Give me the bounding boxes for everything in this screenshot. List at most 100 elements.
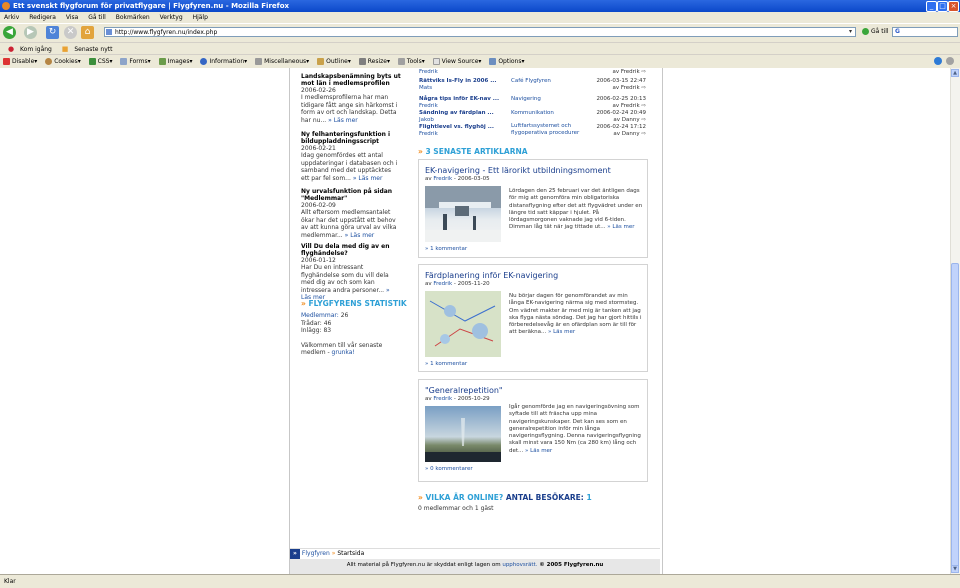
article-image[interactable] — [425, 291, 501, 357]
home-icon[interactable]: ⌂ — [81, 26, 94, 39]
dev-cookies[interactable]: Cookies▾ — [45, 58, 81, 65]
go-button[interactable]: Gå till — [862, 27, 889, 37]
articles-heading: » 3 SENASTE ARTIKLARNA — [418, 147, 528, 156]
post-forum[interactable]: Café Flygfyren — [511, 78, 551, 85]
dev-tools[interactable]: Tools▾ — [397, 58, 425, 65]
menu-arkiv[interactable]: Arkiv — [4, 14, 19, 21]
url-input[interactable]: http://www.flygfyren.nu/index.php — [104, 27, 856, 37]
dev-resize[interactable]: Resize▾ — [358, 58, 390, 65]
scroll-down-icon[interactable]: ▼ — [951, 565, 959, 573]
article-date: - 2006-03-05 — [453, 176, 490, 182]
dev-images[interactable]: Images▾ — [158, 58, 193, 65]
dev-miscellaneous[interactable]: Miscellaneous▾ — [255, 58, 309, 65]
reload-icon[interactable]: ↻ — [46, 26, 59, 39]
post-row: Flightlevel vs. flyghöj ... Fredrik Luft… — [419, 123, 646, 139]
stop-icon[interactable]: ✕ — [64, 26, 77, 39]
post-title[interactable]: Rättviks Is-Fly in 2006 ... — [419, 78, 496, 85]
read-more-link[interactable]: » Läs mer — [548, 329, 575, 335]
post-title[interactable]: Några tips inför EK-nav ... — [419, 96, 499, 103]
minimize-button[interactable]: _ — [926, 1, 937, 12]
article-image[interactable] — [425, 186, 501, 242]
news-title[interactable]: Ny urvalsfunktion på sidan "Medlemmar" — [301, 188, 401, 202]
menu-visa[interactable]: Visa — [66, 14, 78, 21]
breadcrumb-home[interactable]: Flygfyren — [302, 550, 330, 557]
post-author[interactable]: Fredrik — [419, 131, 438, 138]
resize-icon — [358, 58, 366, 65]
scrollbar-thumb[interactable] — [951, 263, 959, 568]
view-source-icon — [432, 58, 440, 65]
menu-verktyg[interactable]: Verktyg — [160, 14, 183, 21]
window-title: Ett svenskt flygforum för privatflygare … — [13, 2, 290, 10]
back-icon[interactable]: ◀ — [3, 26, 16, 39]
forward-icon[interactable]: ▶ — [24, 26, 37, 39]
dev-options[interactable]: Options▾ — [489, 58, 525, 65]
post-forum[interactable]: Kommunikation — [511, 110, 554, 117]
article-author[interactable]: Fredrik — [433, 281, 452, 287]
rss-icon: ■ — [61, 45, 69, 53]
read-more-link[interactable]: » Läs mer — [607, 224, 634, 230]
post-row: Några tips inför EK-nav ... Fredrik Navi… — [419, 96, 646, 110]
read-more-link[interactable]: » Läs mer — [525, 448, 552, 454]
maximize-button[interactable]: □ — [937, 1, 948, 12]
post-forum[interactable]: Luftfartssystemet och flygoperativa proc… — [511, 123, 583, 136]
news-title[interactable]: Vill Du dela med dig av en flyghändelse? — [301, 243, 401, 257]
article-title[interactable]: EK-navigering - Ett lärorikt utbildnings… — [425, 166, 611, 175]
bookmark-kom-igang[interactable]: ● Kom igång — [4, 45, 52, 53]
url-dropdown-icon[interactable]: ▾ — [849, 28, 856, 36]
news-item: Landskapsbenämning byts ut mot län i med… — [301, 73, 401, 131]
read-more-link[interactable]: » Läs mer — [353, 175, 383, 182]
post-author[interactable]: Mats — [419, 85, 432, 92]
article-title[interactable]: Färdplanering inför EK-navigering — [425, 271, 558, 280]
reply-arrow-icon: ⇨ — [641, 69, 646, 75]
news-date: 2006-02-21 — [301, 145, 336, 152]
comments-link[interactable]: » 1 kommentar — [425, 246, 467, 252]
read-more-link[interactable]: » Läs mer — [328, 117, 358, 124]
article-image[interactable] — [425, 406, 501, 462]
news-title[interactable]: Ny felhanteringsfunktion i bilduppladdni… — [301, 131, 401, 145]
post-title[interactable]: Sändning av färdplan ... — [419, 110, 494, 117]
dev-outline[interactable]: Outline▾ — [317, 58, 351, 65]
cockpit-photo-icon — [425, 406, 501, 462]
post-date: 2006-02-24 17:12 — [596, 124, 646, 130]
close-button[interactable]: × — [948, 1, 959, 12]
article-author[interactable]: Fredrik — [433, 176, 452, 182]
menu-hjalp[interactable]: Hjälp — [193, 14, 208, 21]
devbar-close-icon[interactable] — [946, 57, 954, 65]
reply-arrow-icon: ⇨ — [641, 103, 646, 109]
news-title[interactable]: Landskapsbenämning byts ut mot län i med… — [301, 73, 401, 87]
firefox-icon — [2, 2, 10, 10]
article-author[interactable]: Fredrik — [433, 396, 452, 402]
post-forum[interactable]: Navigering — [511, 96, 541, 103]
dev-forms[interactable]: Forms▾ — [120, 58, 151, 65]
post-title[interactable]: Flightlevel vs. flyghöj ... — [419, 124, 494, 131]
scroll-up-icon[interactable]: ▲ — [951, 69, 959, 77]
stats-block: Medlemmar: 26 Trådar: 46 Inlägg: 83 Välk… — [301, 312, 383, 357]
post-author[interactable]: Fredrik — [419, 69, 438, 76]
post-author[interactable]: Fredrik — [419, 103, 438, 110]
dev-information[interactable]: Information▾ — [200, 58, 247, 65]
menu-ga-till[interactable]: Gå till — [88, 14, 106, 21]
dev-disable[interactable]: Disable▾ — [3, 58, 37, 65]
dev-css[interactable]: CSS▾ — [88, 58, 112, 65]
devbar-info-icon[interactable] — [934, 57, 942, 65]
menu-bokmarken[interactable]: Bokmärken — [116, 14, 150, 21]
comments-link[interactable]: » 0 kommentarer — [425, 466, 473, 472]
page-icon — [106, 29, 112, 35]
bookmark-senaste-nytt[interactable]: ■ Senaste nytt — [58, 45, 113, 53]
read-more-link[interactable]: » Läs mer — [345, 232, 375, 239]
menu-redigera[interactable]: Redigera — [29, 14, 56, 21]
dev-view-source[interactable]: View Source▾ — [432, 58, 481, 65]
developer-toolbar: Disable▾ Cookies▾ CSS▾ Forms▾ Images▾ In… — [0, 54, 960, 69]
comments-link[interactable]: » 1 kommentar — [425, 361, 467, 367]
search-engine-icon[interactable]: G — [893, 28, 900, 35]
newest-member-link[interactable]: grunka! — [332, 349, 355, 356]
article-title[interactable]: "Generalrepetition" — [425, 386, 503, 395]
news-date: 2006-02-26 — [301, 87, 336, 94]
members-count: 26 — [340, 312, 349, 319]
news-item: Vill Du dela med dig av en flyghändelse?… — [301, 243, 401, 302]
online-text: 0 medlemmar och 1 gäst — [418, 505, 494, 512]
information-icon — [200, 58, 208, 65]
copyright-link[interactable]: upphovsrätt. — [502, 562, 537, 568]
news-item: Ny urvalsfunktion på sidan "Medlemmar" 2… — [301, 188, 401, 243]
search-input[interactable]: G — [892, 27, 958, 37]
